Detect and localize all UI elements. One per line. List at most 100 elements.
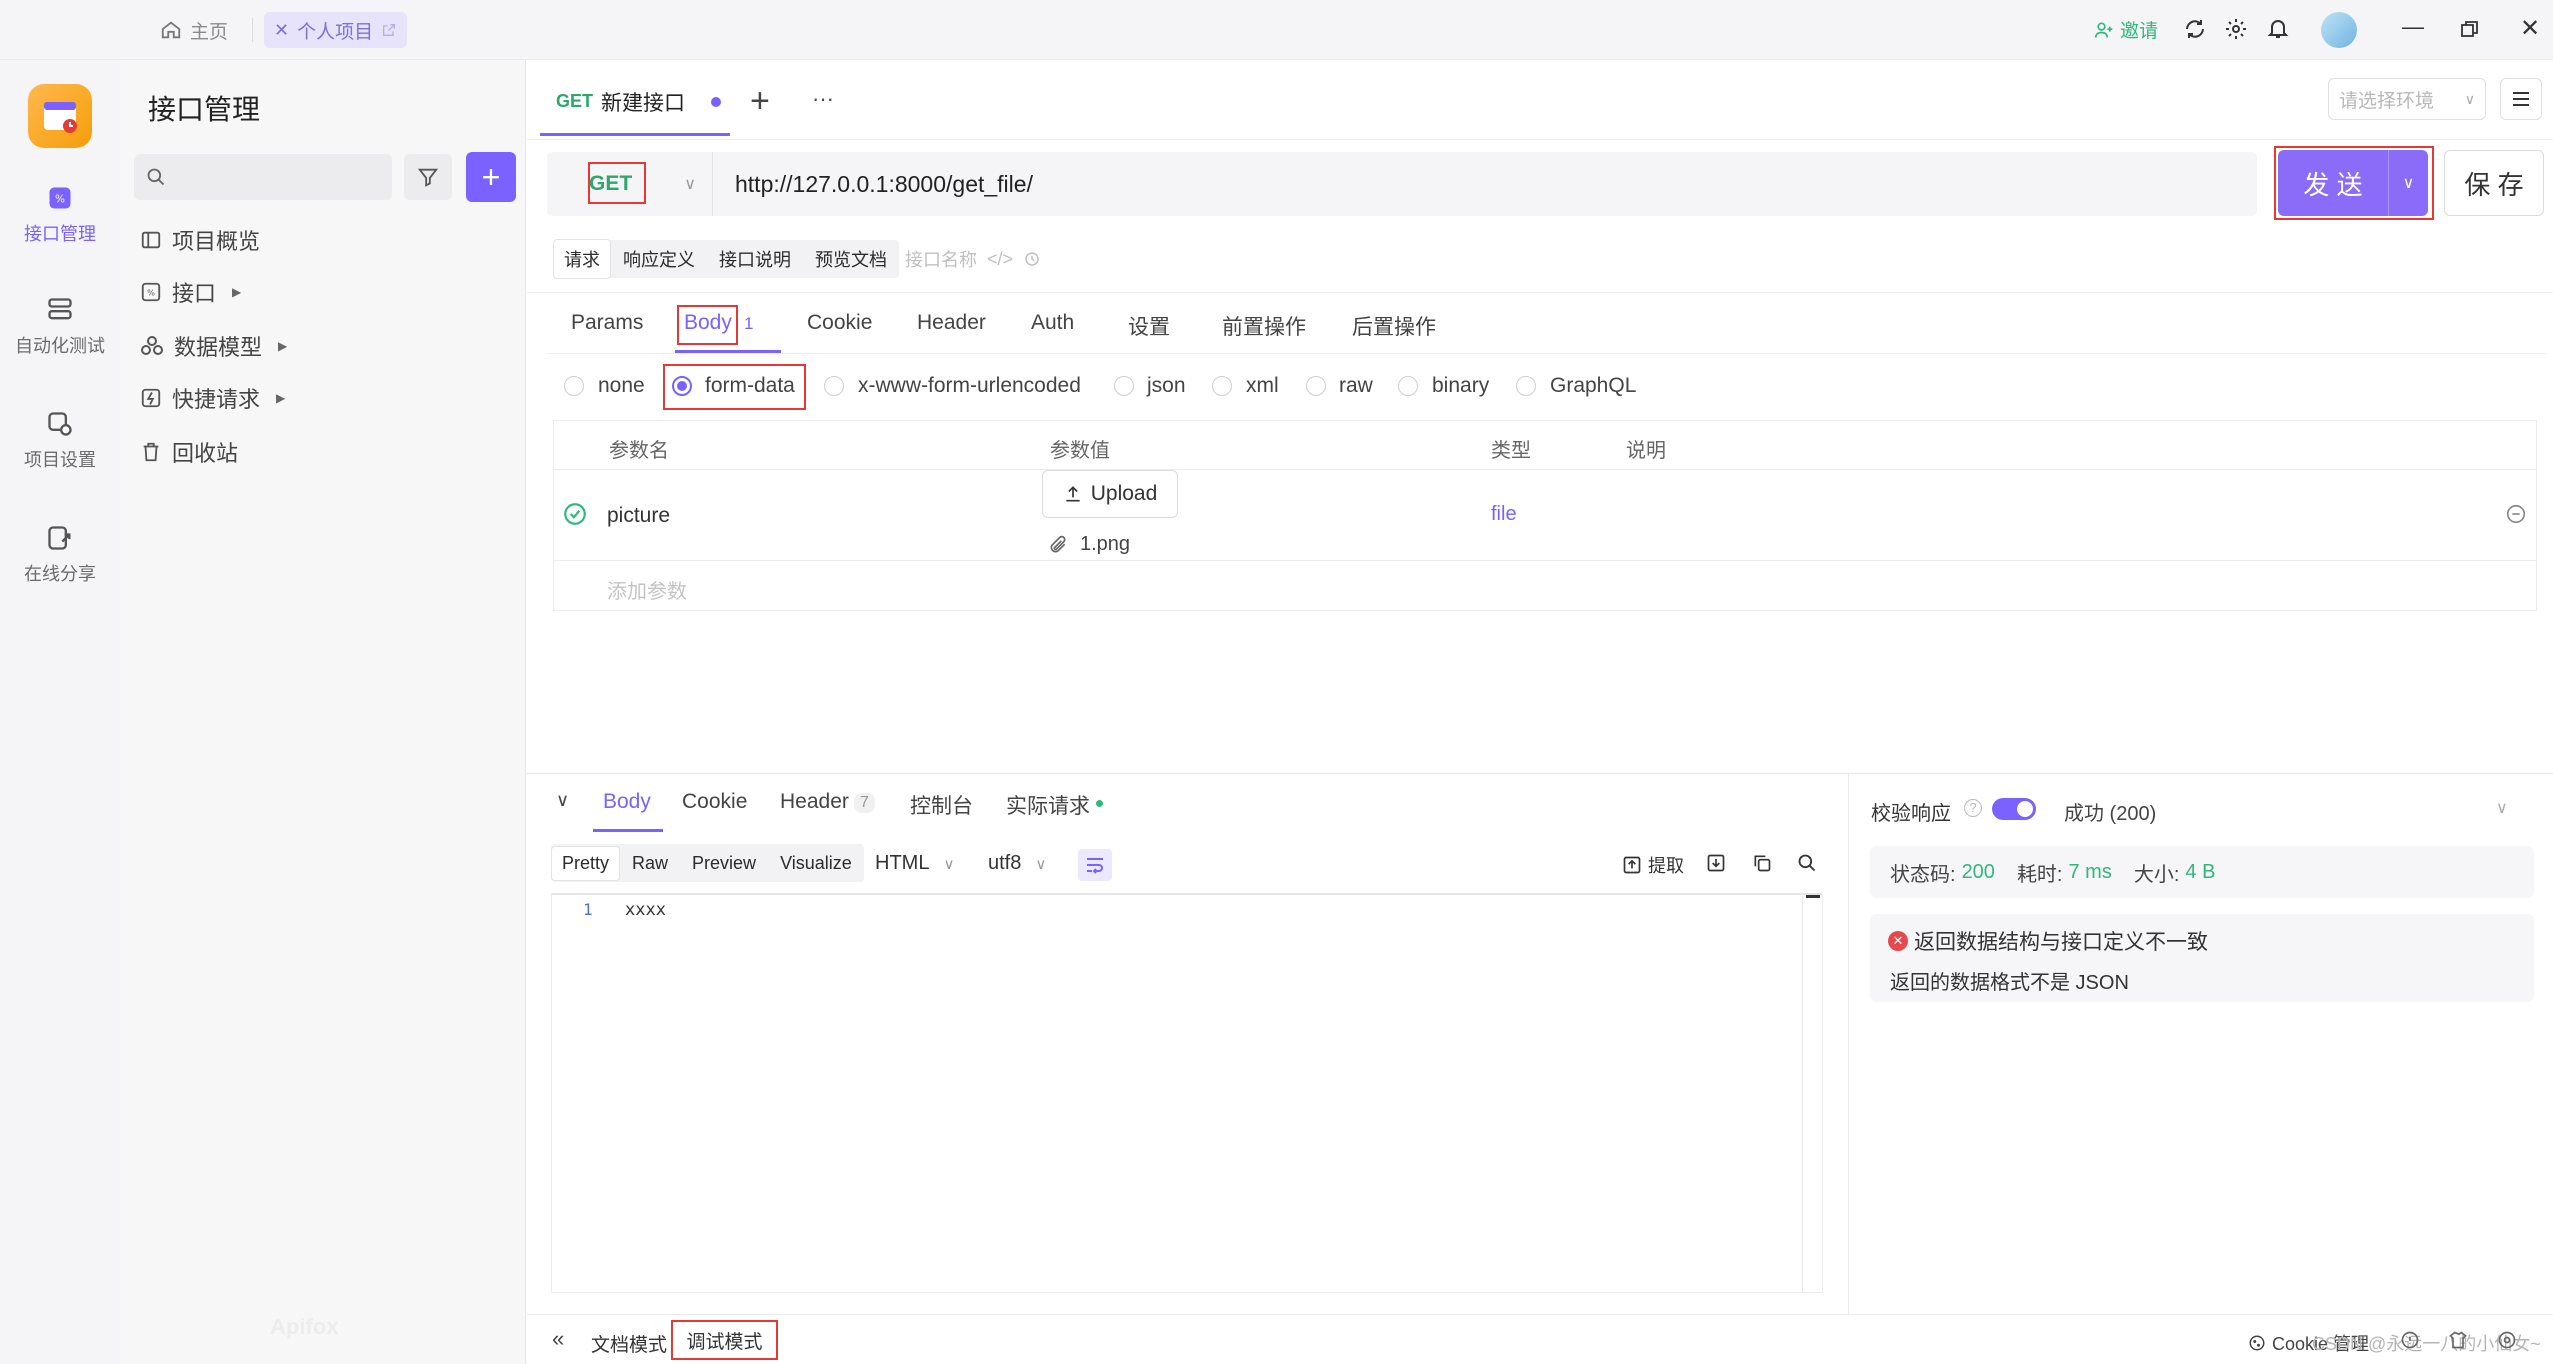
tree-item-data-model[interactable]: 数据模型 ▶ [140, 330, 287, 362]
param-name[interactable]: picture [607, 504, 670, 528]
time-value: 7 ms [2068, 860, 2112, 883]
response-body-text[interactable]: xxxx [625, 900, 666, 920]
tab-pre-ops[interactable]: 前置操作 [1222, 311, 1306, 341]
close-window-icon[interactable]: ✕ [2520, 14, 2540, 43]
url-input[interactable]: http://127.0.0.1:8000/get_file/ [735, 152, 2235, 216]
sync-icon[interactable] [2183, 17, 2207, 41]
file-name[interactable]: 1.png [1080, 533, 1130, 556]
caret-right-icon[interactable]: ▶ [276, 391, 285, 405]
validation-toggle[interactable] [1992, 798, 2036, 820]
remove-row-icon[interactable] [2505, 503, 2527, 525]
tab-params[interactable]: Params [571, 311, 643, 335]
tree-item-api[interactable]: % 接口 ▶ [140, 276, 241, 308]
menu-button[interactable] [2500, 78, 2542, 120]
add-user-icon [2094, 20, 2114, 40]
restore-icon[interactable] [2460, 19, 2480, 39]
copy-icon[interactable] [1752, 853, 1772, 873]
gear-icon[interactable] [2224, 17, 2248, 41]
search-icon[interactable] [1797, 853, 1817, 873]
encoding-select[interactable]: utf8 ∨ [988, 852, 1046, 875]
chevron-down-icon[interactable]: ∨ [2496, 798, 2508, 818]
line-number: 1 [583, 900, 593, 919]
editor-tab-active[interactable]: GET 新建接口 [540, 70, 730, 136]
debug-mode-button[interactable]: 调试模式 [671, 1320, 778, 1360]
format-preview[interactable]: Preview [680, 847, 768, 880]
radio-urlencoded[interactable] [824, 376, 844, 396]
response-tab-cookie[interactable]: Cookie [682, 790, 747, 814]
caret-right-icon[interactable]: ▶ [278, 339, 287, 353]
more-tabs-button[interactable]: ··· [812, 86, 834, 112]
doc-tab-request[interactable]: 请求 [553, 239, 611, 279]
upload-button[interactable]: Upload [1042, 470, 1178, 518]
rail-item-online-share[interactable]: 在线分享 [0, 524, 120, 586]
divider [553, 560, 2537, 561]
download-icon[interactable] [1706, 853, 1726, 873]
help-circle-icon[interactable] [2400, 1330, 2420, 1350]
add-button[interactable]: + [466, 152, 516, 202]
home-tab[interactable]: 主页 [150, 12, 238, 48]
tab-settings[interactable]: 设置 [1128, 311, 1170, 341]
scrollbar-thumb[interactable] [1806, 895, 1820, 913]
format-pretty[interactable]: Pretty [551, 845, 621, 881]
filter-button[interactable] [404, 154, 452, 200]
rail-item-automation[interactable]: 自动化测试 [0, 296, 120, 358]
environment-select[interactable]: 请选择环境 ∨ [2328, 78, 2486, 120]
add-tab-button[interactable]: + [750, 82, 770, 121]
response-tab-actual-request[interactable]: 实际请求 [1006, 790, 1090, 820]
tab-header[interactable]: Header [917, 311, 986, 335]
language-select[interactable]: HTML ∨ [875, 852, 954, 875]
tab-auth[interactable]: Auth [1031, 311, 1074, 335]
tab-cookie[interactable]: Cookie [807, 311, 872, 335]
wrap-toggle[interactable] [1078, 849, 1112, 881]
invite-button[interactable]: 邀请 [2094, 16, 2158, 43]
tree-item-recycle-bin[interactable]: 回收站 [140, 436, 238, 468]
save-button[interactable]: 保 存 [2444, 150, 2544, 216]
automation-icon [46, 296, 74, 324]
param-type[interactable]: file [1491, 503, 1517, 526]
caret-right-icon[interactable]: ▶ [232, 285, 241, 299]
tree-item-quick-request[interactable]: 快捷请求 ▶ [140, 382, 285, 414]
project-tab[interactable]: ✕ 个人项目 [264, 12, 408, 48]
extract-button[interactable]: 提取 [1622, 852, 1684, 878]
rail-item-api-management[interactable]: % 接口管理 [0, 184, 120, 246]
response-tab-header[interactable]: Header [780, 790, 849, 814]
scrollbar[interactable] [1802, 893, 1822, 1293]
divider [527, 292, 2553, 293]
radio-binary[interactable] [1398, 376, 1418, 396]
radio-graphql[interactable] [1516, 376, 1536, 396]
radio-none[interactable] [564, 376, 584, 396]
radio-json[interactable] [1114, 376, 1134, 396]
radio-raw[interactable] [1306, 376, 1326, 396]
doc-tab-response-def[interactable]: 响应定义 [611, 240, 707, 278]
tab-post-ops[interactable]: 后置操作 [1352, 311, 1436, 341]
format-raw[interactable]: Raw [620, 847, 680, 880]
code-icon: </> [987, 248, 1014, 269]
avatar[interactable] [2321, 12, 2357, 48]
search-input[interactable] [134, 154, 392, 200]
doc-tab-preview[interactable]: 预览文档 [803, 240, 899, 278]
check-circle-icon[interactable] [562, 501, 588, 527]
response-tab-console[interactable]: 控制台 [910, 790, 973, 820]
chevron-down-icon: ∨ [2464, 90, 2475, 107]
add-param-input[interactable]: 添加参数 [607, 575, 687, 604]
api-name-input[interactable]: 接口名称 </> [905, 246, 1041, 272]
settings-circle-icon[interactable] [2497, 1330, 2517, 1350]
collapse-chevron-icon[interactable]: ∨ [556, 790, 569, 811]
validation-result[interactable]: 成功 (200) [2064, 797, 2156, 826]
doc-tab-api-desc[interactable]: 接口说明 [707, 240, 803, 278]
doc-mode-button[interactable]: 文档模式 [591, 1330, 667, 1357]
rail-item-project-settings[interactable]: 项目设置 [0, 410, 120, 472]
tree-item-overview[interactable]: 项目概览 [140, 224, 260, 256]
response-tab-body[interactable]: Body [603, 790, 651, 814]
title-bar: 主页 ✕ 个人项目 邀请 — ✕ [0, 0, 2553, 60]
bell-icon[interactable] [2266, 16, 2290, 40]
minimize-icon[interactable]: — [2402, 14, 2424, 40]
column-header-value: 参数值 [1050, 440, 1110, 462]
collapse-sidebar-icon[interactable]: « [552, 1326, 564, 1352]
help-icon[interactable]: ? [1964, 799, 1982, 817]
format-visualize[interactable]: Visualize [768, 847, 864, 880]
radio-xml[interactable] [1212, 376, 1232, 396]
response-body-viewer[interactable] [551, 893, 1823, 1293]
close-icon[interactable]: ✕ [274, 20, 289, 41]
shirt-icon[interactable] [2448, 1330, 2468, 1350]
